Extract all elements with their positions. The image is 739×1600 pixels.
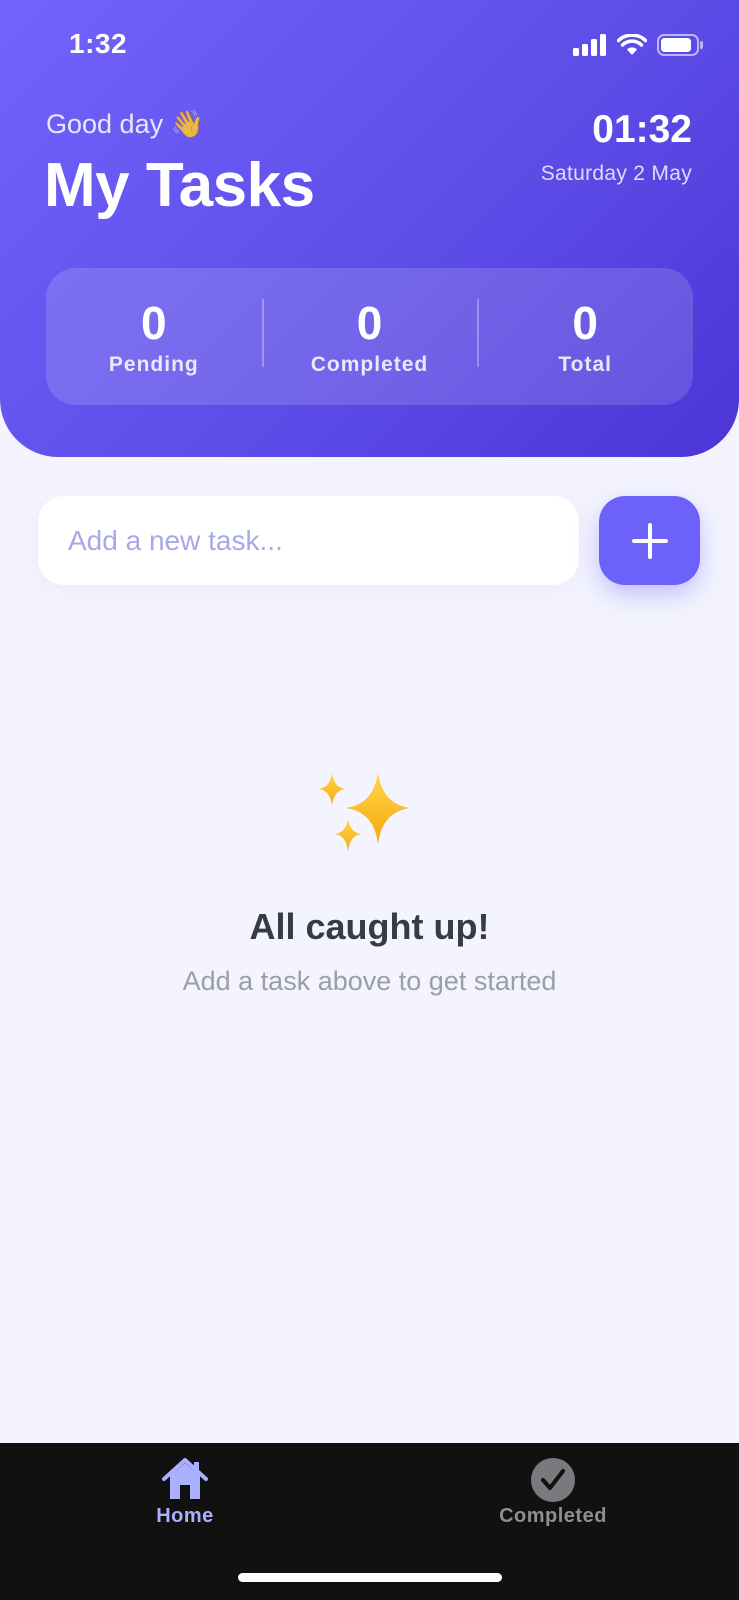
signal-icon (573, 34, 606, 56)
header-date: Saturday 2 May (540, 162, 692, 185)
home-indicator (238, 1573, 502, 1582)
status-bar-time: 1:32 (69, 28, 128, 59)
home-icon (162, 1458, 208, 1499)
sparkles-icon (318, 772, 410, 852)
page-title: My Tasks (44, 151, 315, 220)
stat-completed-value: 0 (356, 296, 383, 349)
check-circle-icon (531, 1458, 575, 1502)
tab-home-label: Home (156, 1505, 214, 1527)
tab-bar: Home Completed (0, 1443, 739, 1600)
empty-state-subtitle: Add a task above to get started (182, 966, 557, 996)
stat-total-value: 0 (572, 296, 598, 349)
stat-total-label: Total (558, 352, 612, 376)
status-bar-icons (573, 34, 703, 56)
empty-state-title: All caught up! (249, 906, 490, 947)
greeting-text: Good day 👋 (46, 109, 205, 139)
plus-icon (631, 522, 668, 559)
add-task-button[interactable] (599, 496, 700, 585)
header-clock: 01:32 (592, 108, 692, 151)
battery-icon (657, 34, 703, 56)
stat-pending-value: 0 (141, 296, 167, 349)
stat-total: 0 Total (477, 297, 693, 377)
stat-pending-label: Pending (108, 352, 199, 376)
stat-completed: 0 Completed (261, 296, 478, 377)
stat-pending: 0 Pending (46, 297, 262, 377)
stats-card: 0 Pending 0 Completed 0 Total (46, 268, 693, 405)
new-task-input[interactable] (38, 496, 579, 585)
tab-completed-label: Completed (499, 1505, 607, 1527)
header: 1:32 Good day 👋 My Tasks 01:32 Saturday … (0, 0, 739, 457)
stat-completed-label: Completed (310, 352, 429, 376)
wifi-icon (617, 34, 647, 55)
